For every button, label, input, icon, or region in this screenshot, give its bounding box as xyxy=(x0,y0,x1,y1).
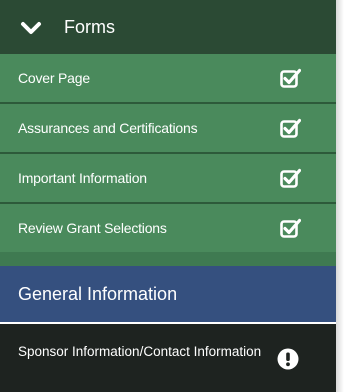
scroll-shadow xyxy=(336,0,344,392)
check-square-icon xyxy=(280,218,301,238)
form-item-label: Important Information xyxy=(18,170,147,186)
form-item-label: Review Grant Selections xyxy=(18,220,167,236)
form-item-label: Cover Page xyxy=(18,70,90,86)
forms-section-title: Forms xyxy=(64,17,115,37)
check-square-icon xyxy=(280,118,301,138)
general-information-section-header[interactable]: General Information xyxy=(0,266,336,322)
forms-section-header[interactable]: Forms xyxy=(0,0,336,54)
check-square-icon xyxy=(280,168,301,188)
general-information-title: General Information xyxy=(18,284,178,304)
form-item-label: Sponsor Information/Contact Information xyxy=(18,344,262,359)
form-item-cover-page[interactable]: Cover Page xyxy=(0,54,336,102)
form-item-assurances[interactable]: Assurances and Certifications xyxy=(0,104,336,152)
chevron-down-icon xyxy=(21,22,41,34)
check-square-icon xyxy=(280,68,301,88)
form-navigation: Forms Cover Page Assurances and Certific… xyxy=(0,0,336,392)
form-item-review-grant-selections[interactable]: Review Grant Selections xyxy=(0,204,336,252)
form-item-label: Assurances and Certifications xyxy=(18,120,198,136)
form-item-sponsor-information[interactable]: Sponsor Information/Contact Information xyxy=(0,324,336,392)
form-item-important-information[interactable]: Important Information xyxy=(0,154,336,202)
exclamation-circle-icon xyxy=(277,348,299,370)
divider xyxy=(0,252,336,266)
